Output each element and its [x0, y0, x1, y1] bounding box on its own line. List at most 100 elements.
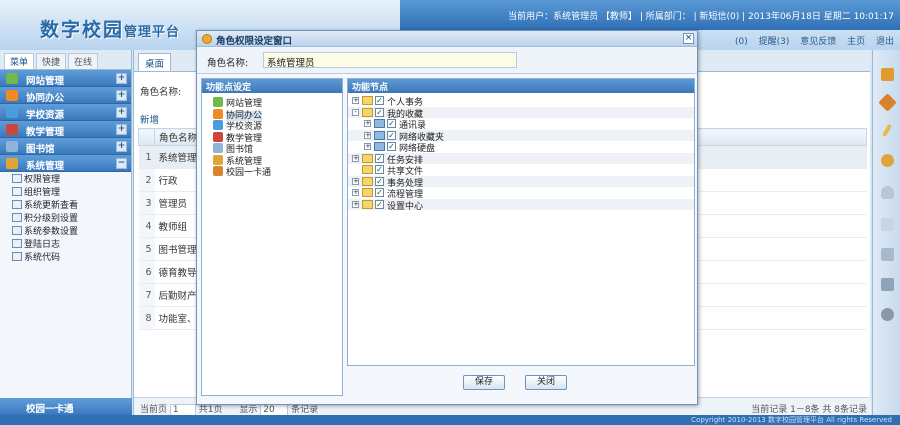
collapse-icon[interactable]: -	[352, 108, 359, 116]
expand-icon[interactable]: +	[352, 97, 359, 104]
folder-icon	[362, 188, 373, 197]
permission-checkbox[interactable]: ✓	[375, 153, 384, 163]
expand-icon[interactable]: +	[116, 73, 127, 84]
sidebar-item-campus-card[interactable]: 校园一卡通	[0, 398, 132, 415]
expand-icon[interactable]: +	[116, 107, 127, 118]
module-item[interactable]: 网站管理	[202, 96, 342, 109]
book-icon[interactable]	[881, 68, 894, 81]
sidebar-group[interactable]: 网站管理 +	[0, 70, 131, 87]
sidebar-group[interactable]: 教学管理 +	[0, 121, 131, 138]
module-item[interactable]: 系统管理	[202, 154, 342, 167]
permission-checkbox[interactable]: ✓	[375, 199, 384, 209]
module-item[interactable]: 图书馆	[202, 142, 342, 155]
permission-checkbox[interactable]: ✓	[387, 119, 396, 128]
sidebar-group-label: 教学管理	[26, 127, 65, 138]
sidebar-subitem[interactable]: 积分级别设置	[0, 211, 131, 224]
folder-icon	[362, 153, 373, 163]
module-item[interactable]: 校园一卡通	[202, 165, 342, 178]
permission-checkbox[interactable]: ✓	[375, 96, 384, 105]
document-icon[interactable]	[881, 218, 894, 231]
expand-icon[interactable]: +	[364, 131, 371, 139]
expand-icon[interactable]: +	[116, 141, 127, 152]
expand-icon[interactable]: −	[116, 158, 127, 169]
expand-icon[interactable]: +	[352, 154, 359, 162]
pager-page-label: 当前页	[140, 405, 168, 415]
sidebar-subitem[interactable]: 系统代码	[0, 250, 131, 263]
module-icon	[213, 120, 223, 130]
feedback-link[interactable]: 意见反馈	[800, 37, 836, 47]
sidebar-subitem[interactable]: 组织管理	[0, 185, 131, 198]
pencil-icon[interactable]	[882, 123, 892, 138]
module-item[interactable]: 学校资源	[202, 119, 342, 132]
tree-node[interactable]: ✓ 共享文件	[348, 164, 694, 177]
expand-icon[interactable]: +	[116, 90, 127, 101]
page-icon	[12, 174, 22, 183]
tab-online[interactable]: 在线	[68, 53, 99, 69]
tree-node[interactable]: + ✓ 事务处理	[348, 175, 694, 189]
sidebar-subitem[interactable]: 系统参数设置	[0, 224, 131, 237]
dialog-close-button[interactable]: ×	[683, 33, 694, 44]
sidebar-group[interactable]: 图书馆 +	[0, 138, 131, 155]
user-icon[interactable]	[881, 186, 894, 199]
row-number: 8	[138, 306, 155, 330]
row-number: 6	[138, 260, 155, 284]
tree-node[interactable]: + ✓ 任务安排	[348, 152, 694, 166]
module-icon	[6, 158, 18, 169]
tab-menu[interactable]: 菜单	[4, 53, 35, 69]
module-item[interactable]: 教学管理	[202, 131, 342, 144]
tab-shortcuts[interactable]: 快捷	[36, 53, 67, 69]
tree-node[interactable]: + ✓ 设置中心	[348, 198, 694, 212]
tree-node[interactable]: + ✓ 个人事务	[348, 95, 694, 108]
tree-node[interactable]: + ✓ 网络硬盘	[348, 141, 694, 154]
printer-icon[interactable]	[881, 278, 894, 291]
role-name-field[interactable]: 系统管理员	[263, 52, 517, 69]
logout-link[interactable]: 退出	[876, 37, 894, 47]
row-number: 2	[138, 168, 155, 192]
pager-records-label: 条记录	[291, 405, 319, 415]
tree-node[interactable]: + ✓ 通讯录	[348, 118, 694, 131]
eraser-icon[interactable]	[878, 93, 897, 112]
permission-checkbox[interactable]: ✓	[375, 107, 384, 117]
settings-icon[interactable]	[881, 308, 894, 321]
save-button[interactable]: 保存	[463, 375, 505, 390]
sidebar-subitem[interactable]: 登陆日志	[0, 237, 131, 250]
folder-icon	[362, 165, 373, 174]
sidebar-group[interactable]: 系统管理 −	[0, 155, 131, 172]
tree-node[interactable]: + ✓ 网络收藏夹	[348, 129, 694, 143]
download-icon[interactable]	[881, 248, 894, 261]
sidebar-group[interactable]: 学校资源 +	[0, 104, 131, 121]
tree-node[interactable]: + ✓ 流程管理	[348, 187, 694, 200]
close-button[interactable]: 关闭	[525, 375, 567, 390]
tab-desktop[interactable]: 桌面	[138, 53, 172, 71]
permission-checkbox[interactable]: ✓	[387, 130, 396, 140]
sidebar: 菜单 快捷 在线 网站管理 + 协同办公 + 学校资源 + 教学管理 + 图书馆 + 系统管理 − 权…	[0, 50, 132, 415]
sidebar-subitem[interactable]: 权限管理	[0, 172, 131, 185]
page-icon	[12, 200, 22, 209]
key-icon[interactable]	[881, 154, 894, 167]
messages-link[interactable]: (0)	[735, 37, 748, 47]
permission-checkbox[interactable]: ✓	[375, 188, 384, 197]
expand-icon[interactable]: +	[364, 120, 371, 127]
reminder-link[interactable]: 提醒(3)	[759, 37, 790, 47]
permission-checkbox[interactable]: ✓	[375, 176, 384, 186]
tree-node[interactable]: - ✓ 我的收藏	[348, 106, 694, 120]
expand-icon[interactable]: +	[352, 177, 359, 185]
function-tree: + ✓ 个人事务 - ✓ 我的收藏 + ✓ 通讯录 + ✓ 网络收藏夹 + ✓ 网络硬盘 + ✓ 任务安排 ✓ 共享文…	[348, 93, 694, 212]
new-button[interactable]: 新增	[140, 112, 159, 126]
tree-node-label: 设置中心	[387, 201, 424, 212]
expand-icon[interactable]: +	[364, 143, 371, 150]
dialog-titlebar[interactable]: 角色权限设定窗口 ×	[197, 31, 697, 47]
sidebar-group[interactable]: 协同办公 +	[0, 87, 131, 104]
permission-checkbox[interactable]: ✓	[387, 142, 396, 151]
home-link[interactable]: 主页	[847, 37, 865, 47]
permission-checkbox[interactable]: ✓	[375, 165, 384, 174]
expand-icon[interactable]: +	[352, 189, 359, 196]
function-node-panel: 功能节点 + ✓ 个人事务 - ✓ 我的收藏 + ✓ 通讯录 + ✓ 网络收藏夹 + ✓ 网络硬盘 + ✓ 任务安…	[347, 78, 695, 366]
expand-icon[interactable]: +	[116, 124, 127, 135]
module-panel: 功能点设定 网站管理 协同办公 学校资源 教学管理 图书馆 系统管理 校园一卡通	[201, 78, 343, 396]
sidebar-subitem-label: 组织管理	[24, 188, 61, 198]
expand-icon[interactable]: +	[352, 200, 359, 208]
module-item[interactable]: 协同办公	[202, 108, 342, 121]
module-list: 网站管理 协同办公 学校资源 教学管理 图书馆 系统管理 校园一卡通	[202, 93, 342, 178]
sidebar-subitem[interactable]: 系统更新查看	[0, 198, 131, 211]
